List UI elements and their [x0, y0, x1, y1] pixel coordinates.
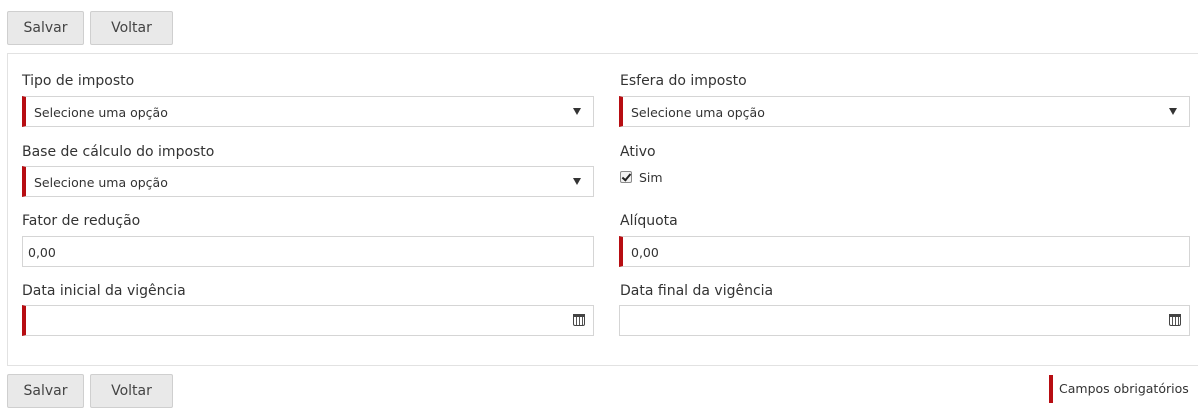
ativo-option-label[interactable]: Sim: [639, 170, 663, 185]
data-inicial-input[interactable]: [22, 305, 594, 336]
caret-down-icon: [1169, 108, 1177, 115]
base-calculo-select[interactable]: Selecione uma opção: [22, 166, 594, 197]
fator-reducao-label: Fator de redução: [22, 213, 141, 229]
back-button-top[interactable]: Voltar: [90, 11, 173, 45]
esfera-imposto-value: Selecione uma opção: [631, 105, 765, 120]
required-fields-legend: Campos obrigatórios: [1059, 381, 1189, 396]
required-marker-icon: [1049, 375, 1053, 403]
fator-reducao-value: 0,00: [28, 245, 56, 260]
calendar-icon[interactable]: [573, 314, 585, 326]
data-inicial-label: Data inicial da vigência: [22, 283, 186, 299]
aliquota-label: Alíquota: [620, 213, 678, 229]
save-button-top[interactable]: Salvar: [7, 11, 84, 45]
tipo-imposto-select[interactable]: Selecione uma opção: [22, 96, 594, 127]
ativo-checkbox[interactable]: [620, 171, 632, 183]
aliquota-input[interactable]: 0,00: [619, 236, 1190, 267]
base-calculo-label: Base de cálculo do imposto: [22, 144, 215, 160]
esfera-imposto-label: Esfera do imposto: [620, 73, 747, 89]
tipo-imposto-value: Selecione uma opção: [34, 105, 168, 120]
fator-reducao-input[interactable]: 0,00: [22, 236, 594, 267]
data-final-label: Data final da vigência: [620, 283, 774, 299]
ativo-label: Ativo: [620, 144, 656, 160]
esfera-imposto-select[interactable]: Selecione uma opção: [619, 96, 1190, 127]
aliquota-value: 0,00: [631, 245, 659, 260]
data-final-input[interactable]: [619, 305, 1190, 336]
tipo-imposto-label: Tipo de imposto: [22, 73, 135, 89]
caret-down-icon: [573, 178, 581, 185]
calendar-icon[interactable]: [1169, 314, 1181, 326]
caret-down-icon: [573, 108, 581, 115]
base-calculo-value: Selecione uma opção: [34, 175, 168, 190]
